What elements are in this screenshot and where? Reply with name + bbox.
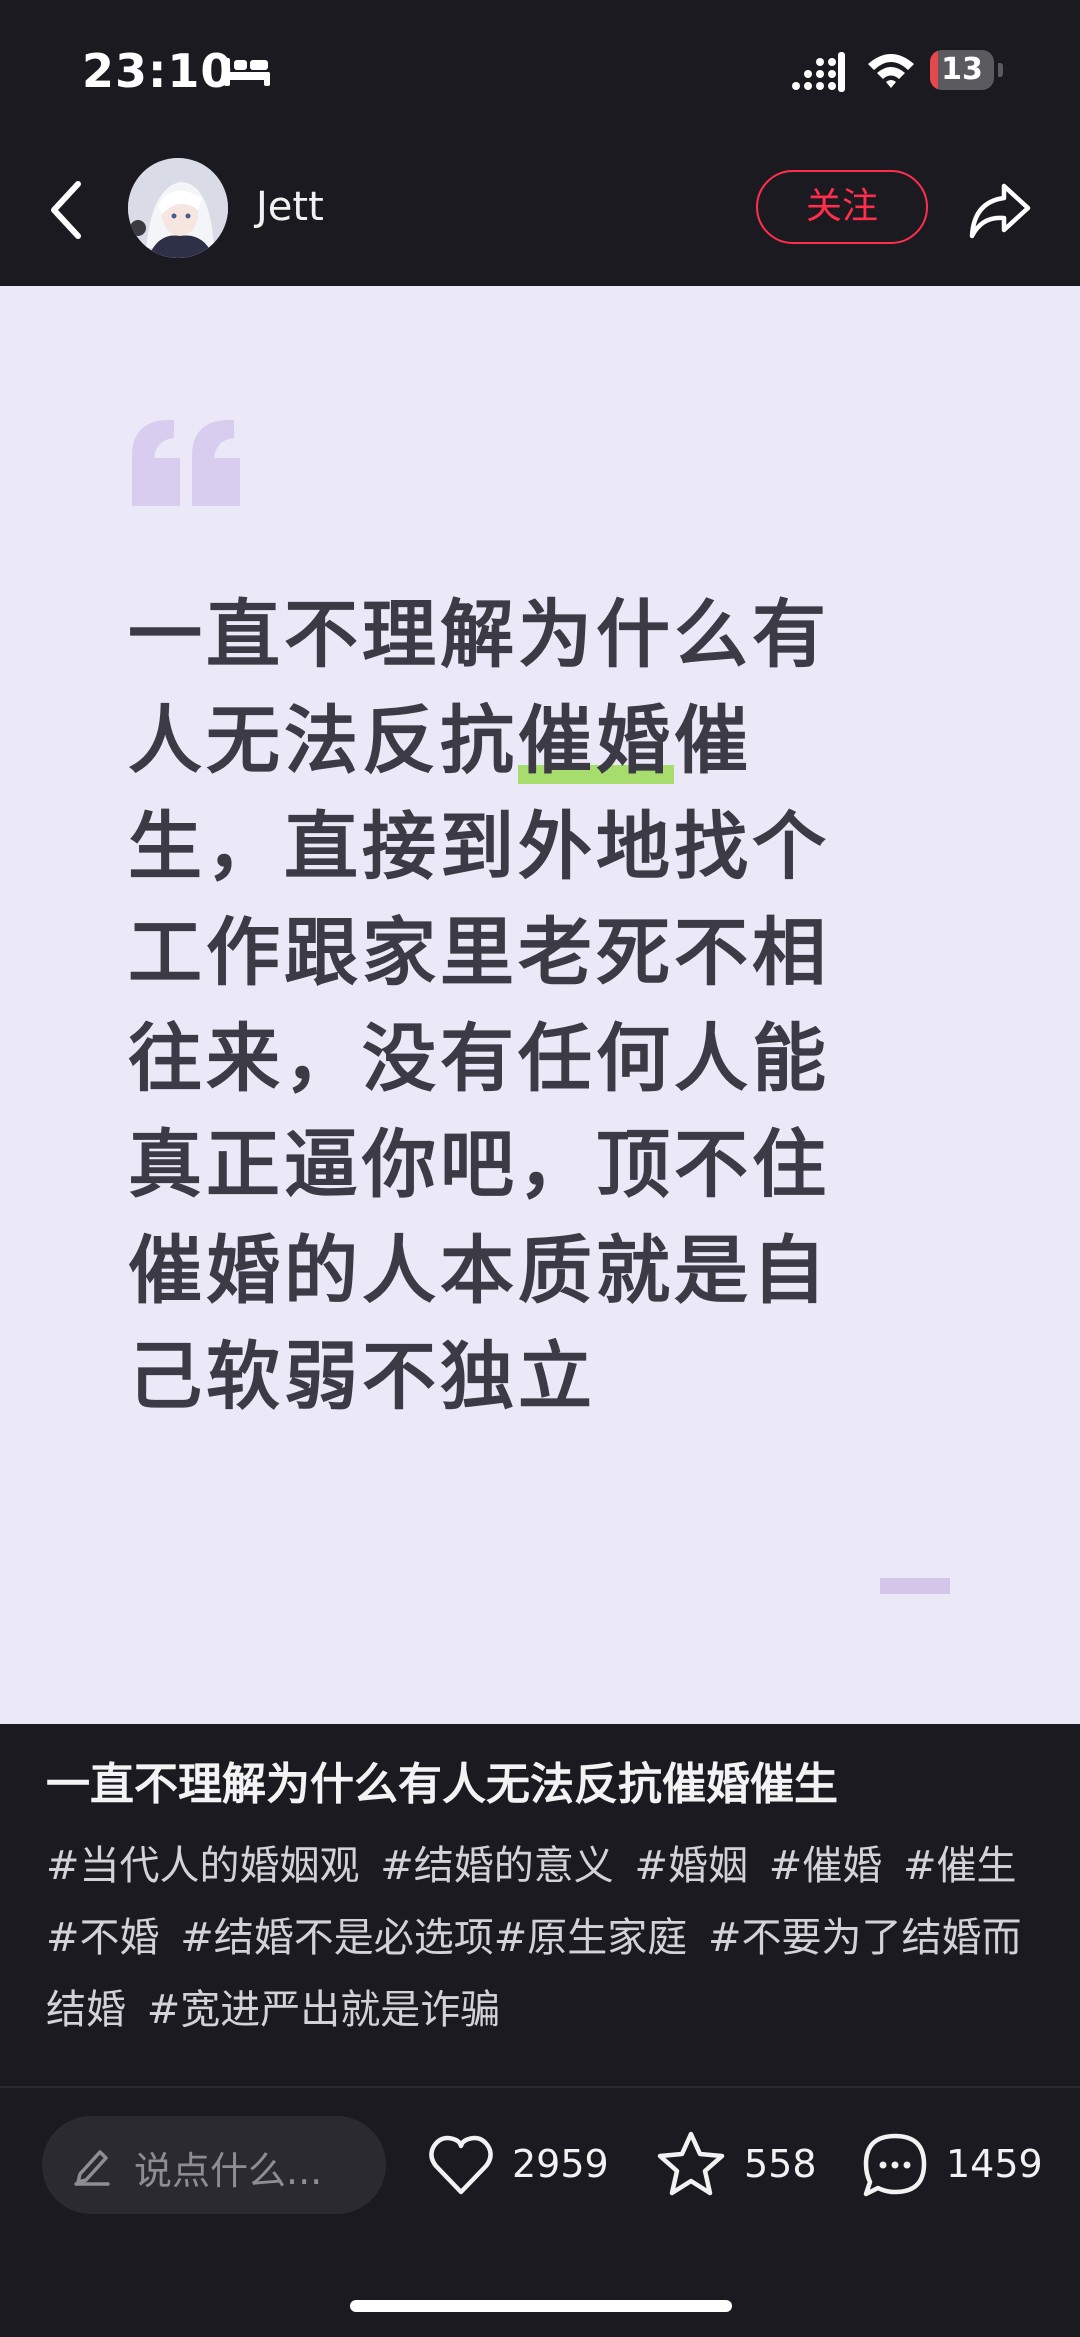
highlighted-text: 催婚 [518, 698, 674, 784]
quote-line: 一直不理解为什么有 [128, 582, 868, 688]
battery-indicator: 13 [930, 50, 1003, 92]
note-title: 一直不理解为什么有人无法反抗催婚催生 [46, 1759, 838, 1810]
quote-line: 己软弱不独立 [128, 1324, 868, 1430]
card-decoration [880, 1578, 950, 1594]
hashtag[interactable]: #催生 [903, 1843, 1017, 1889]
hashtag[interactable]: #结婚不是必选项#原生家庭 [180, 1915, 687, 1961]
back-icon[interactable] [46, 178, 90, 242]
signal-icon [792, 52, 845, 92]
note-image-card[interactable]: 一直不理解为什么有 人无法反抗催婚催 生，直接到外地找个 工作跟家里老死不相 往来，没有… [0, 286, 1080, 1724]
chat-bubble-icon [863, 2133, 927, 2197]
status-bar: 23:10 13 [0, 0, 1080, 140]
quote-text-segment: 往来，没有任何人能 [128, 1016, 830, 1102]
quote-text-segment: 己软弱不独立 [128, 1334, 596, 1420]
follow-button[interactable]: 关注 [756, 170, 928, 244]
note-tags: #当代人的婚姻观 #结婚的意义 #婚姻 #催婚 #催生 #不婚 #结婚不是必选项… [46, 1830, 1036, 2046]
quote-text-segment: 生，直接到外地找个 [128, 804, 830, 890]
quote-text-segment: 工作跟家里老死不相 [128, 910, 830, 996]
comment-placeholder: 说点什么... [134, 2149, 323, 2193]
quote-line: 工作跟家里老死不相 [128, 900, 868, 1006]
username[interactable]: Jett [256, 184, 324, 230]
divider [0, 2086, 1080, 2088]
pencil-icon [74, 2150, 110, 2186]
battery-level-text: 13 [941, 52, 983, 87]
hashtag[interactable]: #当代人的婚姻观 [46, 1843, 360, 1889]
collect-count: 558 [744, 2142, 817, 2186]
like-count: 2959 [512, 2142, 609, 2186]
hashtag[interactable]: #宽进严出就是诈骗 [147, 1987, 501, 2033]
quote-line: 往来，没有任何人能 [128, 1006, 868, 1112]
heart-icon [429, 2135, 493, 2195]
star-icon [657, 2131, 725, 2196]
share-icon[interactable] [968, 180, 1032, 240]
quote-text-segment: 催婚的人本质就是自 [128, 1228, 830, 1314]
quote-text-segment: 一直不理解为什么有 [128, 592, 830, 678]
quote-line: 人无法反抗催婚催 [128, 688, 868, 794]
quote-line: 真正逼你吧，顶不住 [128, 1112, 868, 1218]
status-time: 23:10 [82, 44, 234, 98]
quote-line: 催婚的人本质就是自 [128, 1218, 868, 1324]
hashtag[interactable]: #不婚 [46, 1915, 160, 1961]
comment-count: 1459 [946, 2142, 1043, 2186]
quote-icon [132, 420, 240, 506]
avatar[interactable] [128, 158, 228, 258]
home-indicator [350, 2300, 732, 2312]
nav-bar: Jett 关注 [0, 140, 1080, 286]
hashtag[interactable]: #催婚 [769, 1843, 883, 1889]
quote-line: 生，直接到外地找个 [128, 794, 868, 900]
wifi-icon [868, 54, 914, 88]
note-caption: 一直不理解为什么有人无法反抗催婚催生 #当代人的婚姻观 #结婚的意义 #婚姻 #… [46, 1750, 1036, 2046]
quote-text-segment: 真正逼你吧，顶不住 [128, 1122, 830, 1208]
quote-text-segment: 催 [674, 698, 752, 784]
note-quote-text: 一直不理解为什么有 人无法反抗催婚催 生，直接到外地找个 工作跟家里老死不相 往来，没有… [128, 582, 868, 1430]
hashtag[interactable]: #结婚的意义 [380, 1843, 614, 1889]
comment-input[interactable]: 说点什么... [42, 2116, 386, 2214]
quote-text-segment: 人无法反抗 [128, 698, 518, 784]
hashtag[interactable]: #婚姻 [634, 1843, 748, 1889]
sleep-icon [224, 58, 270, 86]
